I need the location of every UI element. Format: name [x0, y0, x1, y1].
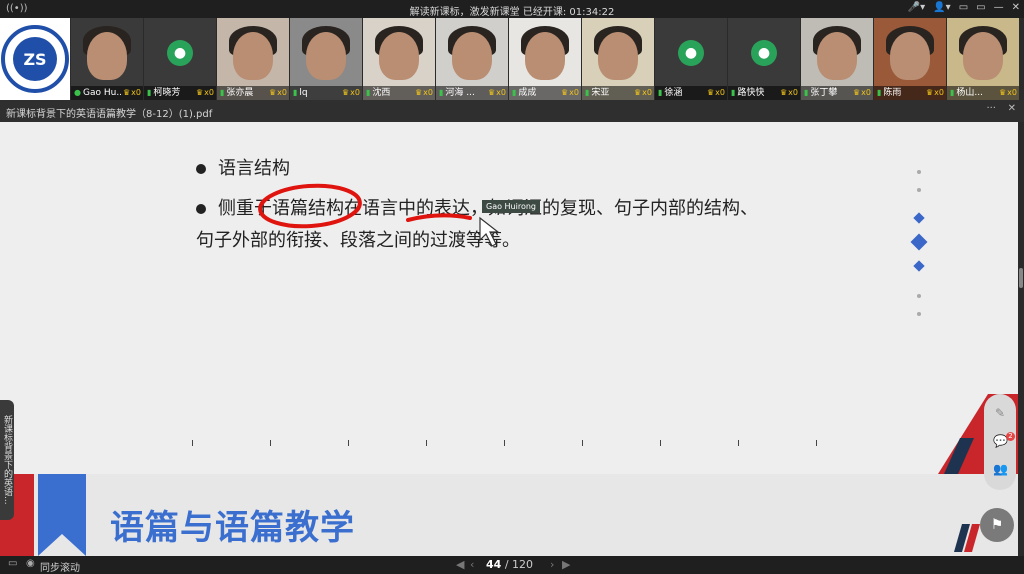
trophy-icon: ♛ [269, 88, 277, 97]
trophy-icon: ♛ [561, 88, 569, 97]
document-list-tab[interactable]: 新课标背景下的英语... [0, 400, 14, 520]
scrollbar-thumb[interactable] [1019, 268, 1023, 288]
participant-video-strip: ZS ● Gao Hu... ♛ x0 ● ▮ 柯晓芳 ♛ x0 ▮ 张亦晨 ♛ x0 ▮ lq ♛ x… [0, 18, 1024, 100]
participant-tile[interactable]: ▮ lq ♛ x0 [290, 18, 362, 100]
svg-text:ZS: ZS [23, 50, 46, 69]
trophy-icon: ♛ [780, 88, 788, 97]
mic-icon: ▮ [658, 88, 663, 97]
document-title-bar: 新课标背景下的英语语篇教学（8-12）(1).pdf ··· ✕ [0, 100, 1024, 122]
mic-dropdown-button[interactable]: 🎤▾ [908, 2, 925, 13]
trophy-icon: ♛ [196, 88, 204, 97]
participant-tile[interactable]: ▮ 张丁攀 ♛ x0 [801, 18, 873, 100]
next-page-button[interactable]: › [550, 558, 554, 571]
chat-icon[interactable]: 💬 [993, 434, 1008, 448]
participant-tile[interactable]: ▮ 陈雨 ♛ x0 [874, 18, 946, 100]
trophy-icon: ♛ [415, 88, 423, 97]
pdf-slide: 语言结构 侧重于语篇结构在语言中的表达，如词汇的复现、句子内部的结构、 句子外部… [0, 122, 1018, 556]
right-tool-panel: ✎ 💬 2 👥 [984, 394, 1016, 490]
mic-icon: ▮ [220, 88, 225, 97]
mic-icon: ▮ [147, 88, 152, 97]
remote-cursor-label: Gao Huirong [482, 200, 541, 213]
participant-tile[interactable]: ● ▮ 徐涵 ♛ x0 [655, 18, 727, 100]
thumbnail-toggle-icon[interactable]: ▭ [8, 558, 17, 569]
trophy-icon: ♛ [634, 88, 642, 97]
first-page-button[interactable]: ◀ [456, 558, 464, 571]
participant-tile[interactable]: ▮ 杨山... ♛ x0 [947, 18, 1019, 100]
prev-page-button[interactable]: ‹ [470, 558, 474, 571]
participant-tile[interactable]: ▮ 宋亚 ♛ x0 [582, 18, 654, 100]
people-icon[interactable]: 👥 [993, 462, 1008, 476]
participant-tile[interactable]: ● ▮ 路快快 ♛ x0 [728, 18, 800, 100]
close-window-button[interactable]: ✕ [1012, 2, 1020, 13]
more-options-button[interactable]: ··· [986, 103, 996, 114]
camera-dropdown-button[interactable]: 👤▾ [933, 2, 950, 13]
mic-icon: ▮ [293, 88, 298, 97]
participant-tile[interactable]: ▮ 河海 ... ♛ x0 [436, 18, 508, 100]
slide-heading: 语篇与语篇教学 [110, 508, 355, 548]
slide-nav-dots [909, 166, 929, 326]
mic-active-icon: ● [74, 88, 81, 97]
diamond-icon [913, 212, 925, 224]
raise-hand-button[interactable]: ⚑ [980, 508, 1014, 542]
diamond-icon [910, 233, 928, 251]
chat-unread-badge: 2 [1006, 432, 1015, 441]
document-title: 新课标背景下的英语语篇教学（8-12）(1).pdf [6, 109, 213, 120]
sync-scroll-label: 同步滚动 [40, 563, 80, 574]
trophy-icon: ♛ [123, 88, 131, 97]
user-avatar-icon: ● [167, 40, 193, 66]
window-title-bar: ((•)) 解读新课标，激发新课堂 已经开课: 01:34:22 🎤▾ 👤▾ ▭… [0, 0, 1024, 18]
window-controls: 🎤▾ 👤▾ ▭ ▭ — ✕ [908, 2, 1020, 13]
trophy-icon: ♛ [853, 88, 861, 97]
layout-button[interactable]: ▭ [959, 2, 968, 13]
mic-icon: ▮ [585, 88, 590, 97]
participant-tile[interactable]: ● Gao Hu... ♛ x0 [71, 18, 143, 100]
trophy-icon: ♛ [342, 88, 350, 97]
trophy-icon: ♛ [707, 88, 715, 97]
participant-tile[interactable]: ● ▮ 柯晓芳 ♛ x0 [144, 18, 216, 100]
mic-icon: ▮ [512, 88, 517, 97]
edit-icon[interactable]: ✎ [993, 406, 1007, 420]
participant-tile[interactable]: ▮ 沈西 ♛ x0 [363, 18, 435, 100]
trophy-icon: ♛ [926, 88, 934, 97]
school-logo: ZS [0, 18, 70, 100]
person-icon: ⚑ [990, 517, 1004, 533]
diamond-icon [913, 260, 925, 272]
mic-icon: ▮ [439, 88, 444, 97]
participant-tile[interactable]: ▮ 成成 ♛ x0 [509, 18, 581, 100]
participant-tile[interactable]: ▮ 张亦晨 ♛ x0 [217, 18, 289, 100]
current-page[interactable]: 44 [486, 558, 501, 571]
trophy-icon: ♛ [999, 88, 1007, 97]
minimize-button[interactable]: — [994, 2, 1004, 13]
pointer-cursor-icon [479, 216, 500, 247]
mic-icon: ▮ [366, 88, 371, 97]
timeline-ticks [192, 440, 832, 448]
sync-toggle-icon[interactable]: ◉ [26, 558, 35, 569]
page-indicator: 44 / 120 [486, 558, 533, 571]
mic-icon: ▮ [731, 88, 736, 97]
mic-icon: ▮ [950, 88, 955, 97]
restore-button[interactable]: ▭ [976, 2, 985, 13]
last-page-button[interactable]: ▶ [562, 558, 570, 571]
document-status-bar: ▭ ◉ 同步滚动 ◀ ‹ 44 / 120 › ▶ [0, 556, 1024, 574]
user-avatar-icon: ● [678, 40, 704, 66]
mic-icon: ▮ [804, 88, 809, 97]
user-avatar-icon: ● [751, 40, 777, 66]
trophy-icon: ♛ [488, 88, 496, 97]
vertical-scrollbar[interactable] [1018, 122, 1024, 556]
mic-icon: ▮ [877, 88, 882, 97]
close-document-button[interactable]: ✕ [1008, 103, 1016, 114]
total-pages: / 120 [504, 558, 534, 571]
class-status-text: 解读新课标，激发新课堂 已经开课: 01:34:22 [409, 7, 615, 18]
